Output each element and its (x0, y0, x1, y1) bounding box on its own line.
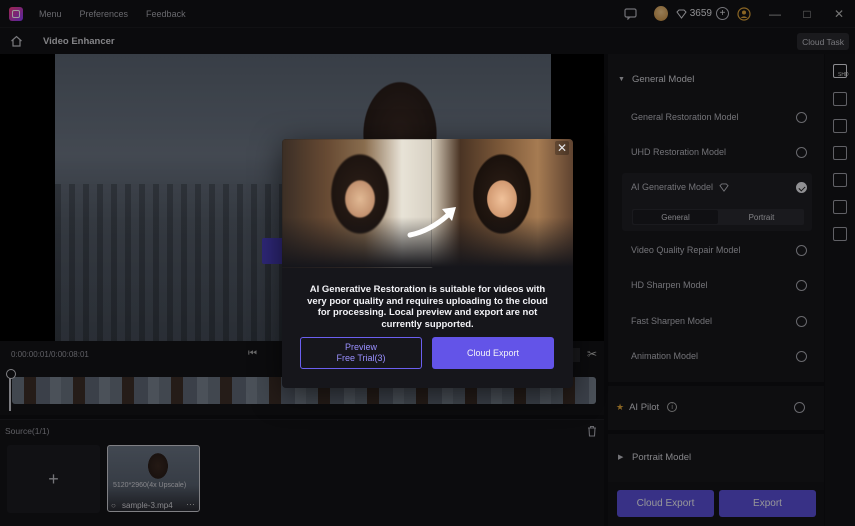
ai-generative-dialog: ✕ AI Generative Restoration is suitable … (282, 139, 573, 388)
dialog-cloud-export-button[interactable]: Cloud Export (432, 337, 554, 369)
preview-label: Preview (344, 342, 377, 352)
arrow-icon (407, 207, 456, 238)
free-trial-label: Free Trial(3) (336, 353, 386, 363)
before-after-image (282, 139, 573, 267)
preview-free-trial-button[interactable]: Preview Free Trial(3) (300, 337, 422, 369)
close-icon[interactable]: ✕ (555, 141, 569, 155)
dialog-description: AI Generative Restoration is suitable fo… (307, 284, 548, 330)
